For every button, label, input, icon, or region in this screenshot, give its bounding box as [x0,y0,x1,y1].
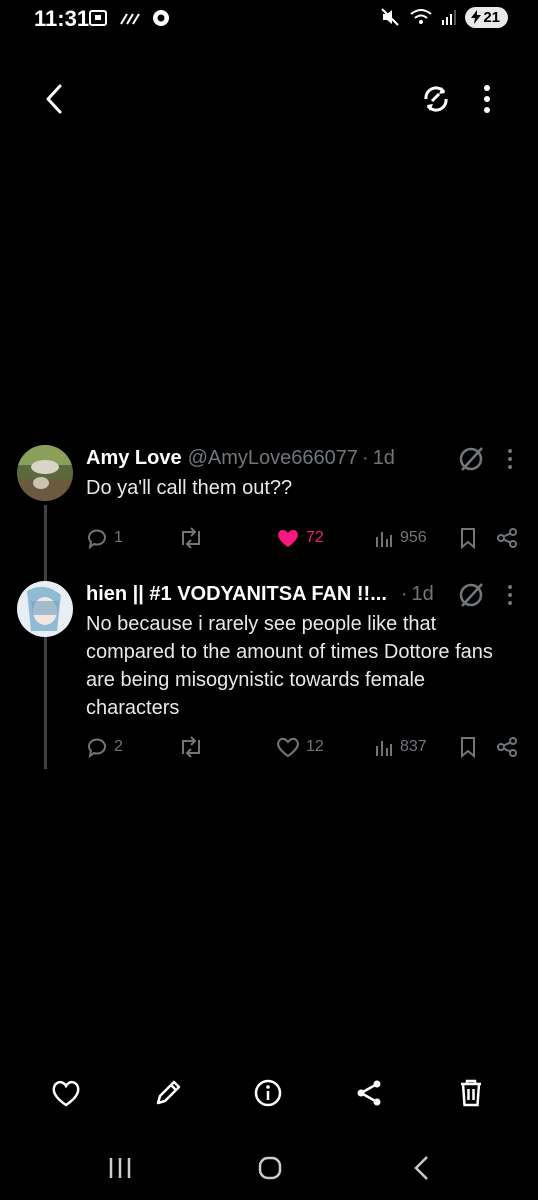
bookmark-button[interactable] [459,736,477,758]
heart-outline-icon [52,1080,80,1107]
repost-button[interactable] [178,527,204,549]
share-nodes-icon [357,1080,381,1106]
recent-apps-button[interactable] [100,1148,140,1188]
reply-button[interactable]: 2 [86,736,123,758]
chrome-icon [153,10,169,26]
reply-button[interactable]: 1 [86,527,123,549]
more-vertical-icon [484,85,490,113]
grok-button[interactable] [456,444,486,474]
handle[interactable]: @AmyLove666077 [188,447,358,470]
wifi-icon [410,9,432,24]
grok-icon [459,447,483,471]
view-count: 956 [400,529,427,546]
views-icon [376,741,392,756]
charging-icon [471,10,482,24]
bookmark-icon [461,528,475,549]
share-image-button[interactable] [349,1073,389,1113]
pencil-icon [156,1080,181,1105]
tweet-more-button[interactable] [500,446,520,472]
recent-apps-icon [109,1158,131,1178]
refresh-icon [424,86,448,112]
tweet-more-button[interactable] [500,582,520,608]
back-arrow-icon [46,84,62,114]
separator-dot: · [400,583,408,605]
battery-indicator: 21 [465,6,508,28]
bookmark-icon [461,737,475,758]
status-notification-icons [88,8,170,28]
display-name[interactable]: hien || #1 VODYANITSA FAN !!... [86,583,387,606]
tweet-text: Do ya'll call them out?? [86,477,293,499]
info-icon [254,1079,282,1107]
more-vertical-icon [508,449,512,469]
like-count: 12 [306,738,324,755]
reply-icon [88,738,106,758]
refresh-button[interactable] [420,82,452,116]
favorite-button[interactable] [46,1073,86,1113]
reply-count: 2 [114,738,123,755]
share-button[interactable] [496,527,518,549]
timestamp[interactable]: 1d [373,447,395,470]
reply-icon [88,529,106,549]
views-button[interactable]: 837 [374,736,427,758]
mute-icon [381,8,400,26]
separator-dot: · [362,447,369,469]
delete-button[interactable] [451,1073,491,1113]
tweet-header: Amy Love @AmyLove666077 · 1d [86,447,395,470]
like-button[interactable]: 12 [276,736,324,758]
screenshot-icon [89,10,107,26]
tweet-text: No because i rarely see people like that… [86,613,493,719]
back-icon [414,1156,428,1180]
views-button[interactable]: 956 [374,527,427,549]
avatar[interactable] [17,445,73,501]
share-icon [497,528,517,548]
battery-level: 21 [483,8,500,26]
timestamp[interactable]: 1d [412,583,434,606]
status-time: 11:31 [34,6,90,31]
like-count: 72 [306,529,324,546]
thread-line [44,505,47,769]
repost-icon [182,527,200,549]
heart-icon [278,529,298,547]
avatar-image [17,581,73,637]
share-button[interactable] [496,736,518,758]
more-vertical-icon [508,585,512,605]
avatar-image [17,445,73,501]
tweet-header: hien || #1 VODYANITSA FAN !!... · 1d [86,583,434,606]
more-options-button[interactable] [474,82,500,116]
home-icon [258,1156,282,1180]
reply-count: 1 [114,529,123,546]
like-button[interactable]: 72 [276,527,324,549]
grok-button[interactable] [456,580,486,610]
status-system-icons: 21 [379,6,508,28]
edit-button[interactable] [148,1073,188,1113]
bookmark-button[interactable] [459,527,477,549]
grok-icon [459,583,483,607]
display-name[interactable]: Amy Love [86,447,182,470]
nav-back-button[interactable] [402,1148,442,1188]
heart-icon [277,737,299,758]
repost-icon [182,736,200,758]
views-icon [376,532,392,547]
trash-icon [461,1079,481,1107]
details-button[interactable] [248,1073,288,1113]
repost-button[interactable] [178,736,204,758]
share-icon [497,737,517,757]
avatar[interactable] [17,581,73,637]
cell-signal-icon [442,10,457,25]
view-count: 837 [400,738,427,755]
home-button[interactable] [250,1148,290,1188]
signal-strike-icon [120,13,140,25]
back-button[interactable] [40,82,70,116]
